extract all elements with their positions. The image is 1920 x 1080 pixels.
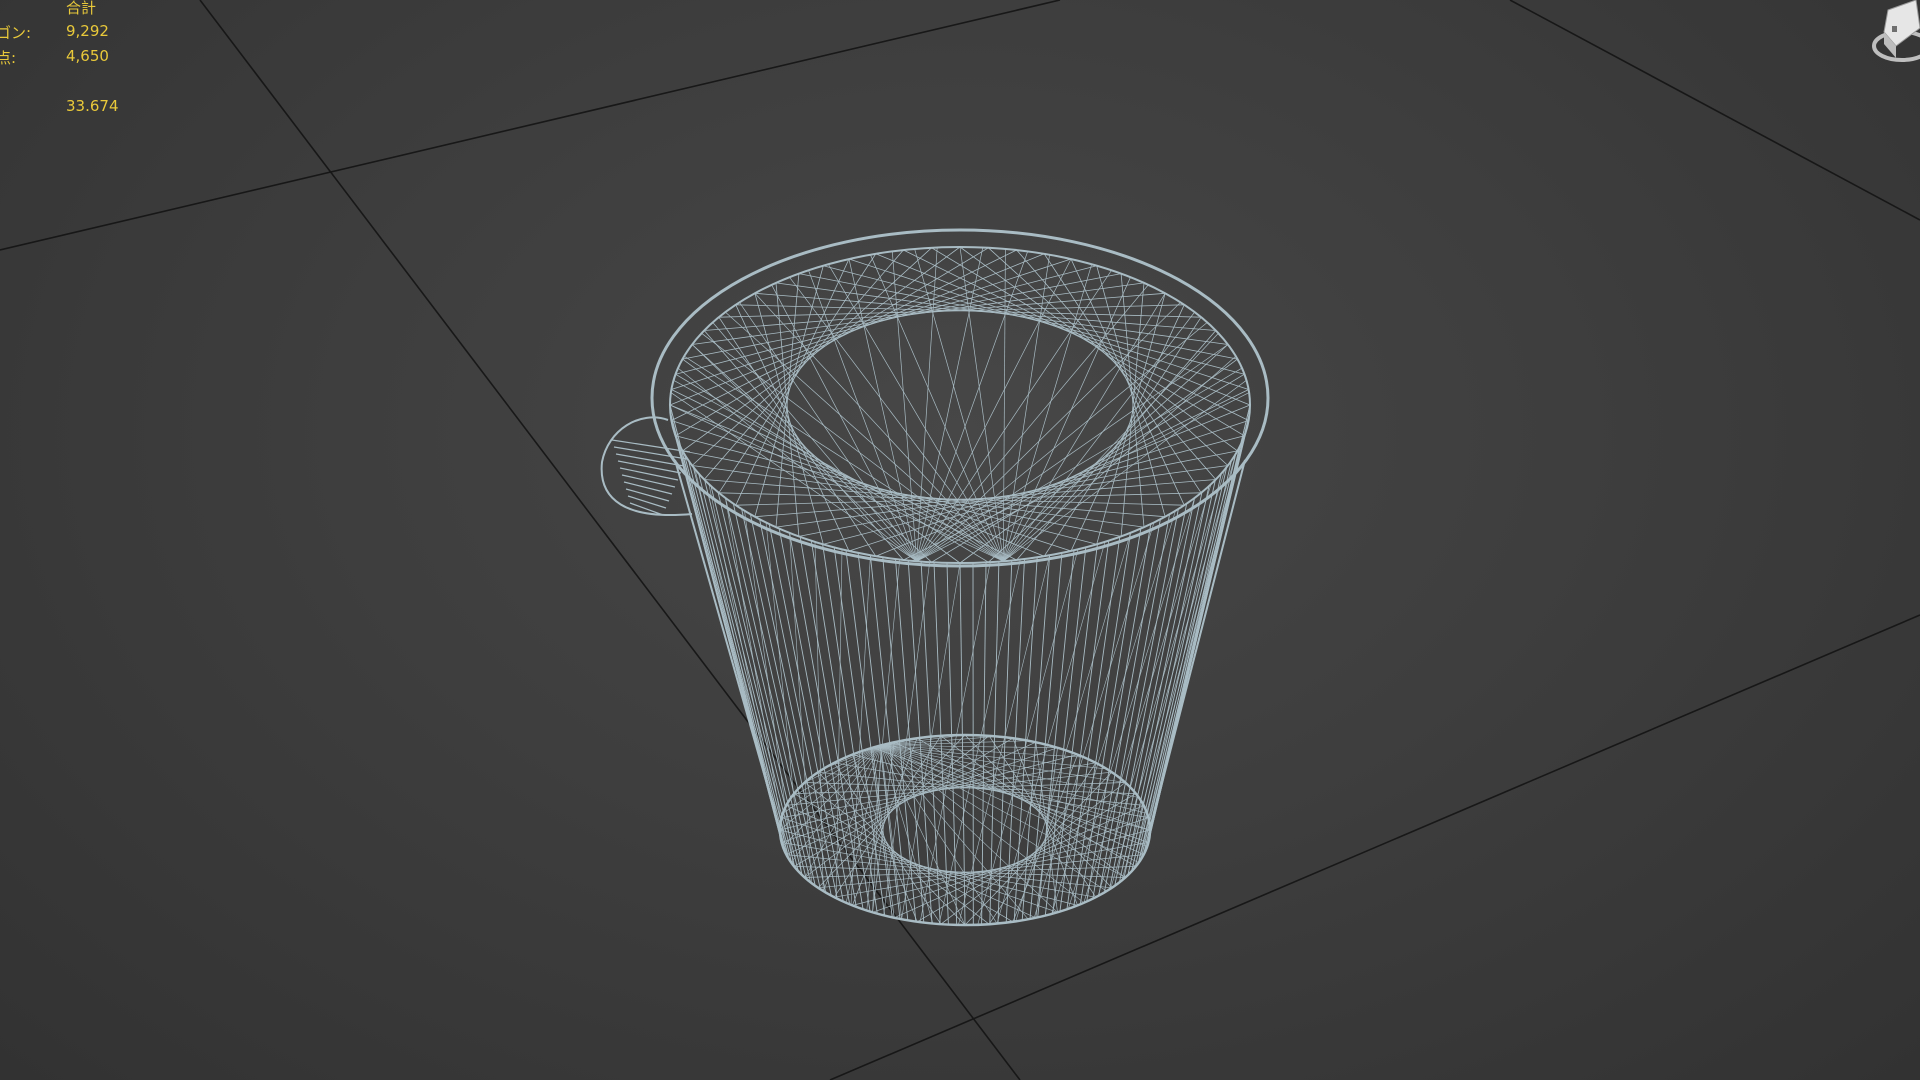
bottom-wire	[804, 782, 990, 925]
rim-fan-wire	[771, 284, 918, 562]
viewport-perspective[interactable]: 合計 ゴン: 9,292 点: 4,650 : 33.674	[0, 0, 1920, 1080]
bottom-wire	[894, 741, 1144, 855]
wall-diag-wire	[1097, 469, 1226, 897]
wall-diag-wire	[725, 497, 788, 857]
stats-polygons-label: ゴン:	[0, 24, 32, 42]
bottom-wire	[1012, 754, 1078, 922]
grid-line	[829, 614, 1920, 1080]
stats-fps-value: 33.674	[66, 97, 119, 115]
wall-wire	[1123, 485, 1210, 879]
rim-wire	[691, 344, 932, 563]
viewcube-icon[interactable]	[1840, 0, 1920, 80]
bucket-wireframe[interactable]	[600, 228, 1270, 927]
rim-fan-wire	[1002, 248, 1006, 562]
statistics-overlay: 合計 ゴン: 9,292 点: 4,650 : 33.674	[0, 0, 200, 130]
rim-wire	[671, 249, 1017, 421]
scene-canvas[interactable]	[0, 0, 1920, 1080]
rim-fan-wire	[916, 258, 1072, 562]
rim-wire	[691, 247, 932, 466]
bottom-fan-wire	[880, 745, 1029, 920]
bottom-wire	[1035, 742, 1058, 913]
bottom-wire	[793, 793, 1014, 923]
bottom-wire	[852, 738, 918, 906]
bottom-fan-wire	[880, 745, 934, 924]
wall-wire	[981, 562, 987, 925]
stats-vertices-label: 点:	[0, 49, 17, 67]
rim-wire	[669, 253, 1045, 406]
wall-diag-wire	[938, 559, 1021, 925]
bucket-rim-inner	[669, 246, 1251, 564]
handle-wire	[623, 481, 673, 495]
bottom-fan-wire	[880, 745, 1058, 748]
rim-fan-wire	[691, 344, 917, 562]
rim-fan-wire	[789, 276, 1004, 562]
rim-wire	[671, 258, 1072, 390]
bottom-wire	[786, 854, 1112, 889]
wall-diag-wire	[1138, 404, 1251, 863]
handle-wire	[617, 460, 682, 474]
wall-wire	[704, 479, 803, 876]
wall-wire	[822, 544, 878, 914]
handle-wire	[621, 474, 676, 488]
rim-fan-wire	[684, 355, 1004, 562]
wall-wire	[698, 473, 799, 872]
rim-fan-wire	[1003, 333, 1219, 562]
wall-wire	[1134, 466, 1228, 868]
rim-fan-wire	[1002, 277, 1131, 562]
bottom-wire	[852, 754, 918, 922]
bottom-wire	[804, 735, 990, 878]
stats-polygons-value: 9,292	[66, 22, 109, 40]
wall-wire	[1118, 491, 1203, 883]
wall-wire	[1140, 453, 1237, 860]
handle-wire	[627, 495, 667, 509]
bottom-wire	[964, 734, 1113, 889]
handle-wire	[613, 446, 688, 460]
bottom-wire	[818, 854, 1144, 889]
bucket-rim-outer	[650, 228, 1270, 568]
wall-diag-wire	[669, 404, 781, 831]
rim-fan-wire	[916, 284, 1149, 562]
handle-wire	[619, 467, 679, 481]
rim-wire	[988, 344, 1229, 563]
rim-wire	[704, 292, 1166, 331]
handle-wire	[625, 488, 670, 502]
bottom-wire	[781, 817, 1058, 913]
wall-wire	[1137, 460, 1232, 864]
bottom-wire	[940, 782, 1126, 925]
bottom-wire	[916, 793, 1137, 923]
wall-silhouette-left	[674, 459, 781, 831]
bottom-wire	[940, 735, 1126, 878]
stats-fps-label: :	[0, 97, 1, 115]
bottom-fan-wire	[845, 745, 882, 903]
stats-header: 合計	[66, 0, 97, 17]
rim-wire	[848, 258, 1249, 390]
stats-vertices-value: 4,650	[66, 47, 109, 65]
